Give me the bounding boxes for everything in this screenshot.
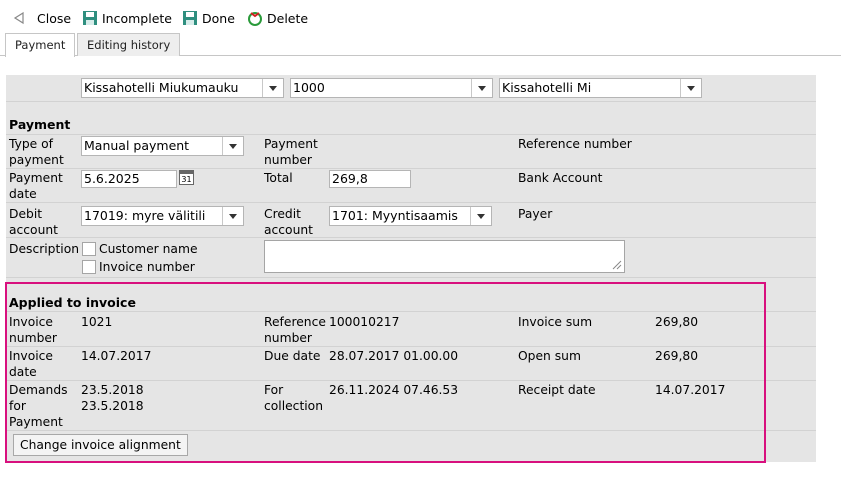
dropdown-arrow-icon xyxy=(222,207,243,225)
applied-invoice-number-label: Invoice number xyxy=(9,315,57,345)
dropdown-arrow-icon xyxy=(470,207,491,225)
invoice-sum: 269,80 xyxy=(655,315,699,329)
tab-editing-history[interactable]: Editing history xyxy=(77,33,181,56)
divider xyxy=(6,101,816,102)
due-date-label: Due date xyxy=(264,349,321,363)
invoice-date: 14.07.2017 xyxy=(81,349,152,363)
open-sum: 269,80 xyxy=(655,349,699,363)
collection-date: 26.11.2024 07.46.53 xyxy=(329,383,459,397)
demands-label: Demands for Payment xyxy=(9,383,68,429)
tab-bar: Payment Editing history xyxy=(0,33,841,57)
debit-account-value: 17019: myre välitili xyxy=(84,208,206,223)
calendar-icon[interactable]: 31 xyxy=(179,170,194,185)
total-input[interactable]: 269,8 xyxy=(329,170,411,188)
incomplete-label: Incomplete xyxy=(102,10,172,26)
incomplete-button[interactable]: Incomplete xyxy=(81,9,172,27)
demands-date-1: 23.5.2018 xyxy=(81,383,144,397)
done-label: Done xyxy=(202,10,235,26)
due-date: 28.07.2017 01.00.00 xyxy=(329,349,459,363)
calendar-day: 31 xyxy=(181,175,192,184)
payment-number-label: Payment number xyxy=(264,137,318,167)
applied-reference: 100010217 xyxy=(329,315,400,329)
code-select[interactable]: 1000 xyxy=(290,78,493,98)
payment-date-label: Payment date xyxy=(9,171,63,201)
save-icon xyxy=(181,10,199,26)
applied-invoice-number: 1021 xyxy=(81,315,113,329)
debit-account-select[interactable]: 17019: myre välitili xyxy=(81,206,244,226)
collection-label: For collection xyxy=(264,383,323,413)
dropdown-arrow-icon xyxy=(471,79,492,97)
company-select[interactable]: Kissahotelli Miukumauku xyxy=(81,78,284,98)
short-name-select-value: Kissahotelli Mi xyxy=(502,80,592,95)
invoice-number-checkbox[interactable] xyxy=(82,260,96,274)
bank-account-label: Bank Account xyxy=(518,171,603,185)
divider xyxy=(6,134,816,135)
applied-reference-label: Reference number xyxy=(264,315,326,345)
customer-name-checkbox[interactable] xyxy=(82,242,96,256)
company-select-value: Kissahotelli Miukumauku xyxy=(84,80,239,95)
receipt-date: 14.07.2017 xyxy=(655,383,726,397)
recycle-icon xyxy=(246,10,264,26)
invoice-sum-label: Invoice sum xyxy=(518,315,593,329)
credit-account-value: 1701: Myyntisaamis xyxy=(332,208,458,223)
description-label: Description xyxy=(9,242,80,256)
short-name-select[interactable]: Kissahotelli Mi xyxy=(499,78,702,98)
toolbar: Close Incomplete Done Delete xyxy=(0,0,841,34)
dropdown-arrow-icon xyxy=(680,79,701,97)
payment-type-select[interactable]: Manual payment xyxy=(81,136,244,156)
dropdown-arrow-icon xyxy=(262,79,283,97)
code-select-value: 1000 xyxy=(293,80,325,95)
credit-account-label: Credit account xyxy=(264,207,313,237)
credit-account-select[interactable]: 1701: Myyntisaamis xyxy=(329,206,492,226)
divider xyxy=(6,237,816,238)
resize-handle-icon[interactable] xyxy=(612,260,622,270)
close-button[interactable]: Close xyxy=(10,9,71,27)
open-sum-label: Open sum xyxy=(518,349,581,363)
divider xyxy=(6,168,816,169)
done-button[interactable]: Done xyxy=(181,9,235,27)
payment-type-label: Type of payment xyxy=(9,137,64,167)
total-label: Total xyxy=(264,171,293,185)
invoice-date-label: Invoice date xyxy=(9,349,53,379)
back-arrow-icon xyxy=(10,10,28,26)
dropdown-arrow-icon xyxy=(222,137,243,155)
invoice-number-checkbox-label: Invoice number xyxy=(99,260,195,274)
reference-number-label: Reference number xyxy=(518,137,632,151)
receipt-date-label: Receipt date xyxy=(518,383,596,397)
divider xyxy=(6,430,816,431)
divider xyxy=(6,311,816,312)
divider xyxy=(6,380,816,381)
delete-button[interactable]: Delete xyxy=(246,9,308,27)
customer-name-label: Customer name xyxy=(99,242,198,256)
payer-label: Payer xyxy=(518,207,553,221)
description-textarea[interactable] xyxy=(264,240,625,273)
divider xyxy=(6,202,816,203)
applied-heading: Applied to invoice xyxy=(9,295,136,310)
divider xyxy=(6,346,816,347)
tab-payment[interactable]: Payment xyxy=(5,33,76,57)
payment-heading: Payment xyxy=(9,117,71,132)
demands-date-2: 23.5.2018 xyxy=(81,399,144,413)
close-label: Close xyxy=(37,10,72,26)
change-invoice-alignment-button[interactable]: Change invoice alignment xyxy=(13,434,188,456)
save-icon xyxy=(81,10,99,26)
debit-account-label: Debit account xyxy=(9,207,58,237)
payment-date-input[interactable]: 5.6.2025 xyxy=(81,170,177,188)
delete-label: Delete xyxy=(267,10,309,26)
payment-type-value: Manual payment xyxy=(84,138,190,153)
divider xyxy=(6,277,816,278)
